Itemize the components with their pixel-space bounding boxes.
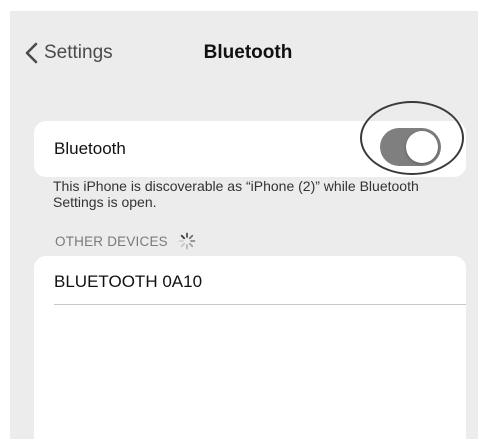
device-row-bluetooth-0a10[interactable]: BLUETOOTH 0A10 [34,256,466,305]
other-devices-header: OTHER DEVICES [55,232,196,250]
spinner-icon [178,232,196,250]
page-title: Bluetooth [203,42,293,63]
other-devices-label: OTHER DEVICES [55,233,168,249]
bluetooth-toggle-switch[interactable] [380,128,441,166]
discoverable-note: This iPhone is discoverable as “iPhone (… [53,178,419,210]
device-name: BLUETOOTH 0A10 [54,272,203,291]
bluetooth-toggle-label: Bluetooth [54,139,126,158]
row-divider [54,304,466,305]
bluetooth-settings-screen: Settings Bluetooth Bluetooth This iPhone… [10,11,478,439]
navigation-bar: Settings Bluetooth [10,11,478,95]
other-devices-list: BLUETOOTH 0A10 [34,256,466,439]
toggle-knob [406,131,438,163]
